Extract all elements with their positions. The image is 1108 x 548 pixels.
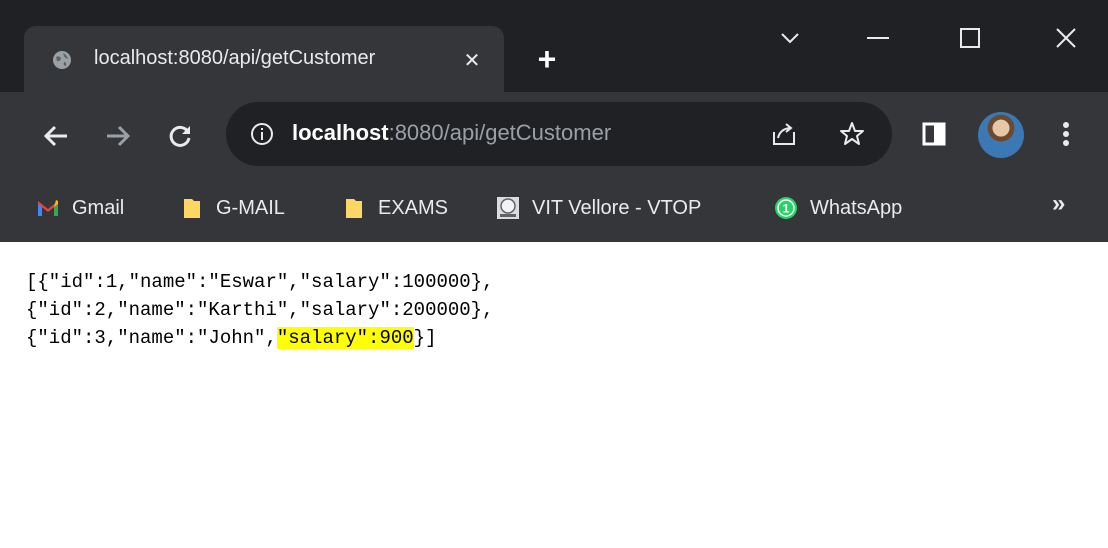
side-panel-icon[interactable] xyxy=(916,116,952,152)
tab-title: localhost:8080/api/getCustomer xyxy=(94,47,376,69)
menu-icon[interactable] xyxy=(1048,116,1084,152)
tab-close-icon[interactable]: ✕ xyxy=(456,44,488,76)
new-tab-button[interactable]: + xyxy=(530,41,564,77)
json-line-suffix: }] xyxy=(413,327,437,349)
json-response: [{"id":1,"name":"Eswar","salary":100000}… xyxy=(26,268,493,352)
bookmark-exams-folder[interactable]: EXAMS xyxy=(342,192,448,224)
bookmark-label: G-MAIL xyxy=(216,196,285,219)
site-icon xyxy=(497,197,519,219)
bookmark-g-mail-folder[interactable]: G-MAIL xyxy=(180,192,285,224)
bookmark-vit-vellore-vtop[interactable]: VIT Vellore - VTOP xyxy=(496,192,701,224)
reload-icon[interactable] xyxy=(160,116,200,156)
profile-avatar[interactable] xyxy=(978,112,1024,158)
whatsapp-badge: 1 xyxy=(783,202,790,216)
share-icon[interactable] xyxy=(770,120,798,148)
chevron-down-icon[interactable] xyxy=(766,18,814,58)
bookmarks-overflow-button[interactable]: » xyxy=(1052,190,1065,218)
star-icon[interactable] xyxy=(838,120,866,148)
bookmark-gmail[interactable]: Gmail xyxy=(36,192,124,224)
folder-icon xyxy=(184,199,200,218)
url-text: localhost:8080/api/getCustomer xyxy=(292,120,611,146)
back-icon[interactable] xyxy=(36,116,76,156)
bookmark-label: Gmail xyxy=(72,196,125,219)
whatsapp-icon: 1 xyxy=(775,197,797,219)
bookmark-label: VIT Vellore - VTOP xyxy=(532,196,702,219)
globe-icon xyxy=(53,51,71,69)
json-line: {"id":2,"name":"Karthi","salary":200000}… xyxy=(26,299,494,321)
active-tab[interactable]: localhost:8080/api/getCustomer ✕ xyxy=(24,26,504,92)
address-bar[interactable]: localhost:8080/api/getCustomer xyxy=(226,102,892,166)
url-host: localhost xyxy=(292,120,389,145)
bookmark-label: EXAMS xyxy=(378,196,449,219)
gmail-icon xyxy=(38,200,58,216)
json-line: [{"id":1,"name":"Eswar","salary":100000}… xyxy=(26,271,494,293)
bookmarks-bar: Gmail G-MAIL EXAMS VIT Vellore - VTOP 1 … xyxy=(0,182,1108,234)
title-bar: localhost:8080/api/getCustomer ✕ + xyxy=(0,0,1108,92)
forward-icon[interactable] xyxy=(98,116,138,156)
highlighted-text: "salary":900 xyxy=(276,327,414,349)
json-line-prefix: {"id":3,"name":"John", xyxy=(26,327,277,349)
json-line: {"id":3,"name":"John","salary":900}] xyxy=(26,327,436,349)
url-path: :8080/api/getCustomer xyxy=(388,120,612,145)
info-icon[interactable] xyxy=(250,122,274,146)
bookmark-whatsapp[interactable]: 1 WhatsApp xyxy=(774,192,902,224)
close-icon[interactable] xyxy=(1042,18,1090,58)
folder-icon xyxy=(346,199,362,218)
maximize-icon[interactable] xyxy=(946,18,994,58)
toolbar: localhost:8080/api/getCustomer xyxy=(0,92,1108,182)
bookmark-label: WhatsApp xyxy=(810,196,903,219)
browser-chrome: localhost:8080/api/getCustomer ✕ + local… xyxy=(0,0,1108,242)
minimize-icon[interactable] xyxy=(854,18,902,58)
